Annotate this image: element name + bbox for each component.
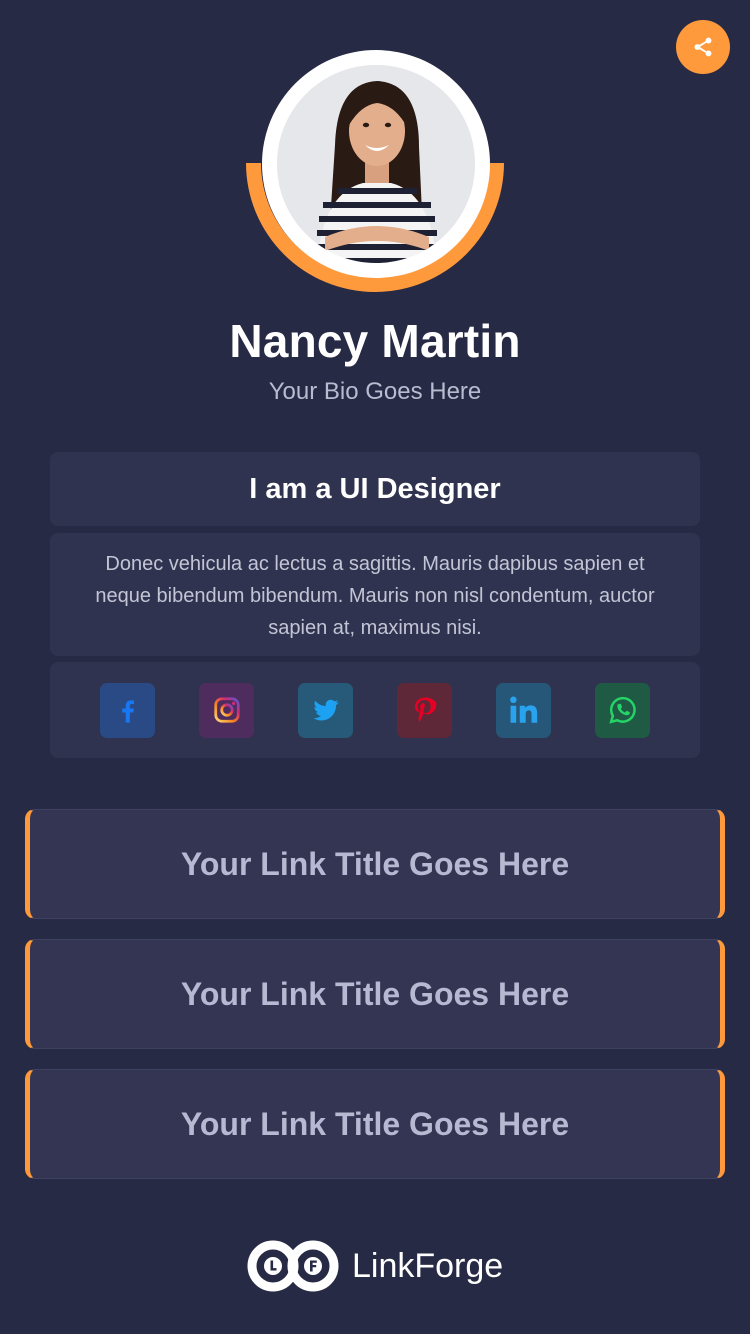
linkforge-logo-icon xyxy=(247,1240,339,1292)
link-button-1[interactable]: Your Link Title Goes Here xyxy=(25,809,725,919)
social-linkedin[interactable] xyxy=(496,682,551,738)
link-button-2[interactable]: Your Link Title Goes Here xyxy=(25,939,725,1049)
linkedin-icon xyxy=(509,696,537,723)
avatar-frame xyxy=(262,50,490,278)
social-facebook[interactable] xyxy=(100,682,155,738)
link-label: Your Link Title Goes Here xyxy=(180,1105,570,1142)
social-links xyxy=(50,662,700,758)
profile-bio: Your Bio Goes Here xyxy=(268,378,482,405)
link-button-3[interactable]: Your Link Title Goes Here xyxy=(25,1069,725,1179)
link-label: Your Link Title Goes Here xyxy=(180,975,570,1012)
description-text: Donec vehicula ac lectus a sagittis. Mau… xyxy=(95,553,655,639)
share-button[interactable] xyxy=(676,20,730,74)
twitter-icon xyxy=(313,699,338,721)
social-whatsapp[interactable] xyxy=(595,682,650,738)
brand-name: LinkForge xyxy=(352,1246,504,1285)
description-card: Donec vehicula ac lectus a sagittis. Mau… xyxy=(50,533,700,656)
profile-page: Nancy Martin Your Bio Goes Here I am a U… xyxy=(0,0,750,1334)
facebook-icon xyxy=(121,700,134,723)
social-pinterest[interactable] xyxy=(397,682,452,738)
social-twitter[interactable] xyxy=(298,682,353,738)
link-label: Your Link Title Goes Here xyxy=(180,845,570,882)
footer-brand[interactable]: LinkForge xyxy=(246,1238,503,1294)
role-card: I am a UI Designer xyxy=(50,452,700,526)
role-title: I am a UI Designer xyxy=(249,472,501,505)
profile-name: Nancy Martin xyxy=(229,315,521,367)
instagram-icon xyxy=(213,697,240,723)
avatar-photo xyxy=(277,65,475,263)
share-icon xyxy=(694,37,712,57)
avatar xyxy=(277,65,475,263)
social-instagram[interactable] xyxy=(199,682,254,738)
pinterest-icon xyxy=(414,697,436,723)
whatsapp-icon xyxy=(608,696,636,724)
avatar-container xyxy=(246,48,504,292)
